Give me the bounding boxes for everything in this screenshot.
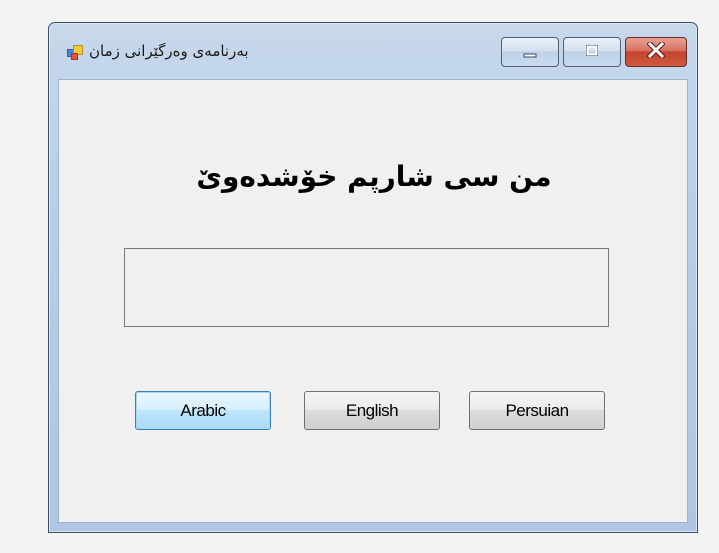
english-button[interactable]: English: [304, 391, 440, 430]
app-window: بەرنامەی وەرگێرانی زمان من سی شارپم خۆشد…: [48, 22, 698, 533]
translation-output-box[interactable]: [124, 248, 609, 327]
client-area: من سی شارپم خۆشدەوێ Arabic English Persu…: [58, 79, 688, 523]
maximize-button[interactable]: [563, 37, 621, 67]
close-button[interactable]: [625, 37, 687, 67]
minimize-icon: [522, 43, 538, 62]
caption-buttons: [501, 37, 687, 67]
minimize-button[interactable]: [501, 37, 559, 67]
window-title: بەرنامەی وەرگێرانی زمان: [89, 42, 249, 60]
desktop-background: بەرنامەی وەرگێرانی زمان من سی شارپم خۆشد…: [0, 0, 719, 553]
persian-button[interactable]: Persuian: [469, 391, 605, 430]
close-icon: [646, 40, 666, 62]
app-icon: [67, 45, 83, 61]
source-text-label: من سی شارپم خۆشدەوێ: [196, 160, 552, 193]
maximize-icon: [584, 43, 600, 62]
title-bar[interactable]: بەرنامەی وەرگێرانی زمان: [49, 23, 697, 79]
arabic-button[interactable]: Arabic: [135, 391, 271, 430]
